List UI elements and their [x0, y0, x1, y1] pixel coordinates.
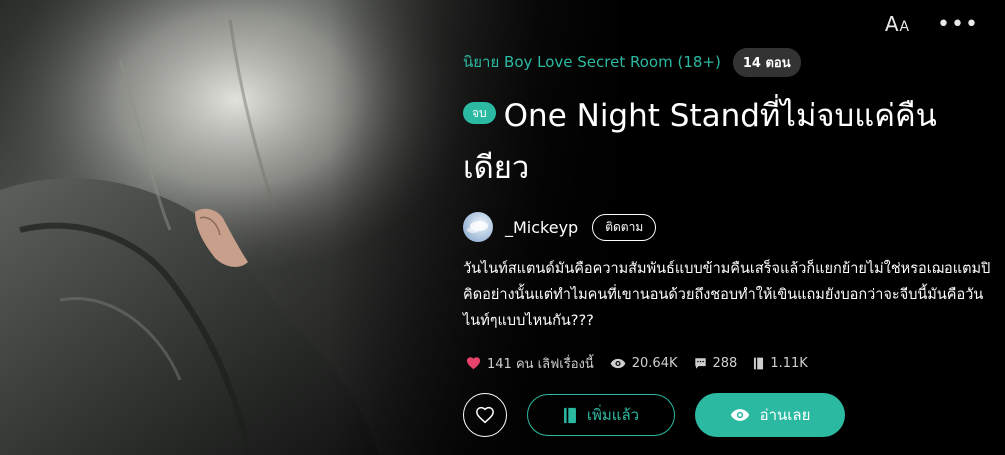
category-link[interactable]: นิยาย Boy Love Secret Room (18+) [463, 50, 721, 74]
likes-count: 141 คน เลิฟเรื่องนี้ [487, 356, 594, 372]
novel-info: นิยาย Boy Love Secret Room (18+) 14 ตอน … [463, 47, 993, 334]
added-to-shelf-button[interactable]: เพิ่มแล้ว [527, 394, 675, 436]
book-added-icon [563, 407, 576, 423]
synopsis: วันไนท์สแตนด์มันคือความสัมพันธ์แบบข้ามคื… [463, 261, 991, 329]
author-row: _Mickeyp ติดตาม [463, 212, 993, 242]
likes-stat: 141 คน เลิฟเรื่องนี้ [466, 353, 594, 374]
comment-icon [694, 357, 706, 369]
book-icon [754, 357, 764, 369]
comments-count: 288 [712, 355, 738, 371]
love-button[interactable] [463, 393, 507, 437]
eye-icon [730, 409, 749, 421]
eye-icon [610, 358, 626, 368]
font-size-icon: AA [884, 12, 910, 36]
added-label: เพิ่มแล้ว [586, 406, 640, 424]
heart-icon [466, 357, 481, 370]
title-text: One Night Standที่ไม่จบแค่คืนเดียว [463, 98, 937, 186]
views-stat: 20.64K [610, 356, 678, 371]
action-bar: เพิ่มแล้ว อ่านเลย [463, 393, 845, 437]
author-name[interactable]: _Mickeyp [505, 218, 578, 237]
bookmarks-count: 1.11K [770, 355, 808, 371]
stats-row: 141 คน เลิฟเรื่องนี้ 20.64K 288 1.11K [466, 352, 824, 374]
read-label: อ่านเลย [759, 406, 811, 424]
episode-count-badge: 14 ตอน [732, 47, 801, 77]
read-now-button[interactable]: อ่านเลย [695, 393, 845, 437]
heart-outline-icon [476, 406, 494, 424]
category-row: นิยาย Boy Love Secret Room (18+) 14 ตอน [463, 47, 993, 77]
views-count: 20.64K [631, 355, 678, 371]
follow-button[interactable]: ติดตาม [592, 213, 657, 241]
more-icon: ••• [937, 11, 979, 37]
page-title: จบ One Night Standที่ไม่จบแค่คืนเดียว [463, 90, 993, 194]
status-badge: จบ [463, 101, 496, 124]
more-options-button[interactable]: ••• [937, 10, 978, 38]
font-size-button[interactable]: AA [880, 10, 914, 38]
comments-stat: 288 [694, 355, 738, 371]
avatar[interactable] [463, 212, 493, 242]
bookmarks-stat: 1.11K [753, 355, 808, 371]
